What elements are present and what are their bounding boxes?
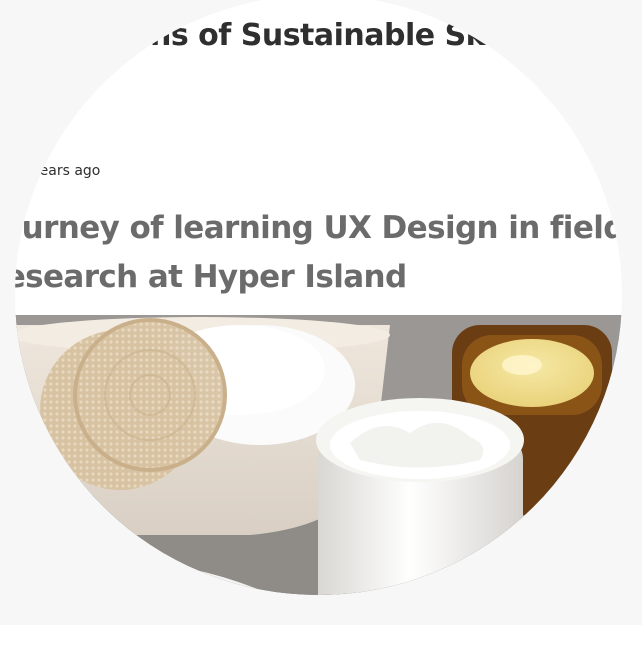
post-timestamp: 2 years ago xyxy=(18,163,101,179)
magnifier-lens: Ambitions of Sustainable Skincare 2 year… xyxy=(15,0,622,595)
article-title[interactable]: Journey of learning UX Design in fieldwo… xyxy=(15,204,622,302)
article-title[interactable]: Ambitions of Sustainable Skincare xyxy=(22,18,587,53)
article-title-line: research at Hyper Island xyxy=(15,259,407,295)
article-title-line: Journey of learning UX Design in fieldwo… xyxy=(15,210,622,246)
skincare-photo xyxy=(15,315,622,595)
article-hero-image[interactable] xyxy=(15,315,622,595)
cream-jar xyxy=(316,398,524,595)
page-background xyxy=(0,625,642,655)
